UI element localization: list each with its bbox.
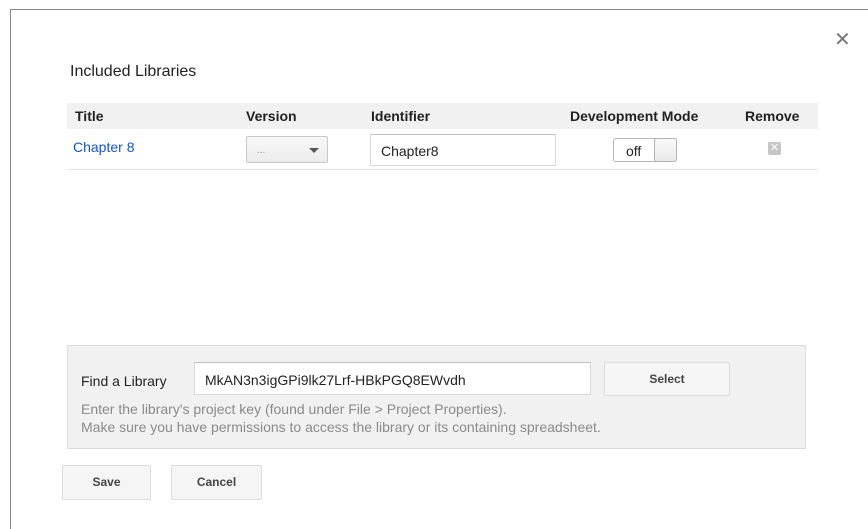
find-library-panel: Find a Library MkAN3n3igGPi9lk27Lrf-HBkP… bbox=[67, 345, 806, 449]
library-title-link[interactable]: Chapter 8 bbox=[73, 139, 134, 155]
help-text-2: Make sure you have permissions to access… bbox=[81, 419, 601, 435]
library-key-input[interactable]: MkAN3n3igGPi9lk27Lrf-HBkPGQ8EWvdh bbox=[194, 362, 591, 395]
libraries-table: Title Version Identifier Development Mod… bbox=[67, 103, 818, 170]
table-row: Chapter 8 ... Chapter8 off ✕ bbox=[67, 129, 818, 170]
cancel-button[interactable]: Cancel bbox=[171, 465, 262, 500]
select-button[interactable]: Select bbox=[604, 362, 730, 396]
save-button[interactable]: Save bbox=[62, 465, 151, 500]
header-remove: Remove bbox=[745, 108, 800, 124]
chevron-down-icon bbox=[309, 148, 319, 153]
header-development-mode: Development Mode bbox=[570, 108, 699, 124]
development-mode-toggle[interactable]: off bbox=[613, 138, 677, 162]
identifier-input[interactable]: Chapter8 bbox=[370, 134, 556, 166]
header-identifier: Identifier bbox=[371, 108, 431, 124]
included-libraries-dialog bbox=[10, 9, 868, 529]
help-text-1: Enter the library's project key (found u… bbox=[81, 401, 507, 417]
find-library-label: Find a Library bbox=[81, 373, 167, 389]
version-value: ... bbox=[257, 145, 266, 156]
toggle-knob bbox=[654, 138, 677, 162]
header-version: Version bbox=[246, 108, 297, 124]
remove-icon[interactable]: ✕ bbox=[768, 142, 781, 155]
close-icon[interactable]: ✕ bbox=[834, 30, 851, 50]
version-select[interactable]: ... bbox=[246, 136, 328, 163]
header-title: Title bbox=[75, 108, 104, 124]
dialog-title: Included Libraries bbox=[70, 63, 197, 80]
toggle-label: off bbox=[626, 143, 642, 159]
table-header: Title Version Identifier Development Mod… bbox=[67, 103, 818, 129]
